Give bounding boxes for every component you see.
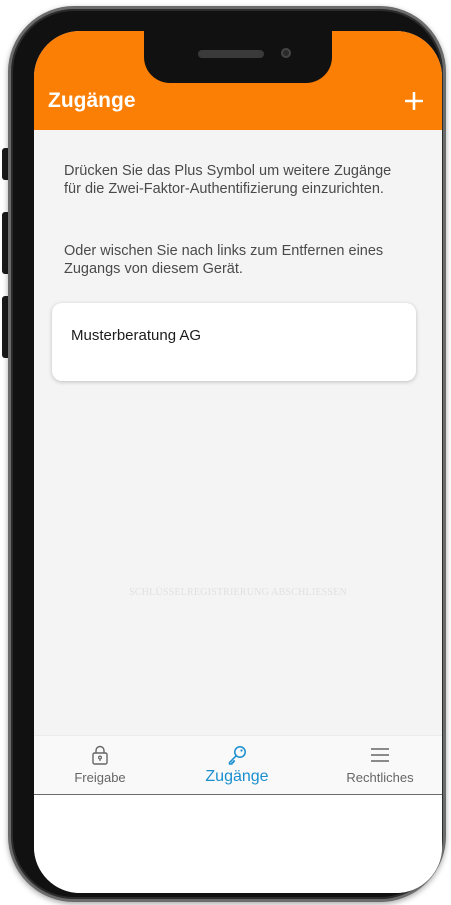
tab-freigabe[interactable]: Freigabe [58, 736, 142, 796]
lock-icon [92, 745, 108, 765]
key-icon [228, 746, 246, 765]
plus-icon [405, 92, 423, 110]
tab-rechtliches[interactable]: Rechtliches [334, 736, 426, 796]
add-hint-text: Drücken Sie das Plus Symbol um weitere Z… [64, 163, 392, 197]
page-title: Zugänge [48, 89, 136, 112]
account-card[interactable]: Musterberatung AG [52, 303, 416, 381]
phone-notch [144, 31, 332, 83]
tab-freigabe-label: Freigabe [74, 770, 126, 785]
accounts-content: Drücken Sie das Plus Symbol um weitere Z… [34, 130, 442, 735]
phone-screen: Zugänge Drücken Sie das Plus Symbol um w… [34, 31, 442, 893]
tab-zugaenge-label: Zugänge [205, 768, 269, 785]
menu-icon [371, 748, 389, 762]
phone-frame: Zugänge Drücken Sie das Plus Symbol um w… [8, 6, 446, 902]
tab-rechtliches-label: Rechtliches [346, 770, 414, 785]
remove-hint-text: Oder wischen Sie nach links zum Entferne… [64, 243, 384, 277]
bottom-navigation: Freigabe Zugänge Rechtliches [34, 735, 442, 795]
account-name: Musterberatung AG [71, 327, 202, 344]
speaker-grille [198, 50, 264, 58]
watermark-text: SCHLÜSSELREGISTRIERUNG ABSCHLIESSEN [129, 587, 347, 598]
empty-area-below-nav [34, 795, 442, 893]
front-camera [281, 48, 291, 58]
add-account-button[interactable] [398, 85, 430, 117]
tab-zugaenge[interactable]: Zugänge [192, 736, 282, 796]
